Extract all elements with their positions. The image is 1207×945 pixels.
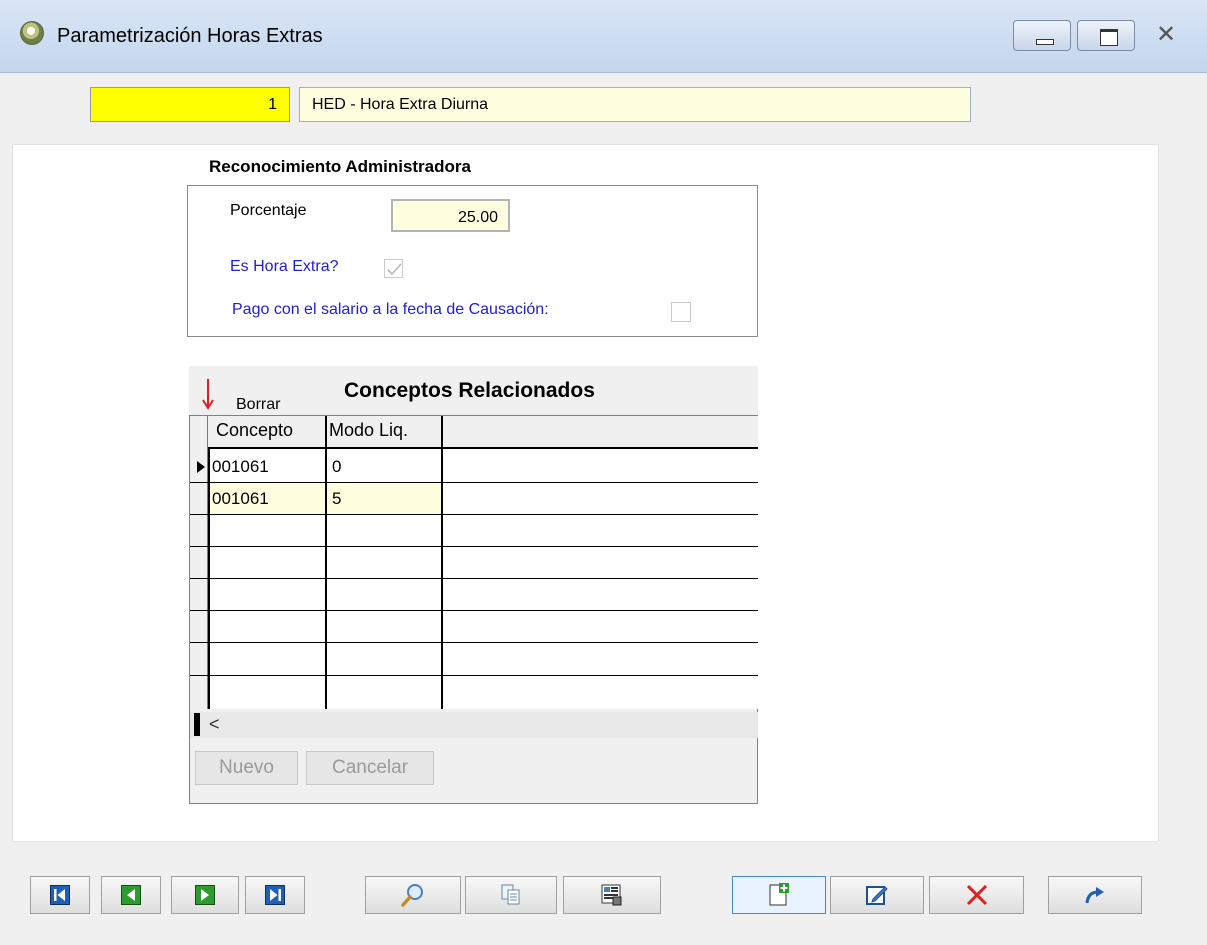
grid-title: Conceptos Relacionados <box>344 379 595 402</box>
name-field[interactable]: HED - Hora Extra Diurna <box>299 87 971 122</box>
close-button[interactable]: ✕ <box>1140 20 1194 51</box>
cancelar-button[interactable]: Cancelar <box>306 751 434 785</box>
maximize-button[interactable] <box>1077 20 1135 51</box>
report-icon <box>601 884 622 906</box>
grid-line <box>190 514 758 515</box>
borrar-label[interactable]: Borrar <box>236 396 280 414</box>
cell-modo-liq[interactable]: 5 <box>332 489 341 509</box>
first-record-button[interactable] <box>30 876 90 914</box>
search-icon <box>401 884 423 907</box>
checkmark-icon <box>387 263 402 276</box>
grid-line <box>190 578 758 579</box>
minimize-button[interactable] <box>1013 20 1071 51</box>
report-button[interactable] <box>563 876 661 914</box>
edit-button[interactable] <box>830 876 924 914</box>
grid-line <box>190 675 758 676</box>
new-document-icon <box>769 883 789 906</box>
scrollbar-thumb[interactable] <box>194 713 200 736</box>
new-button[interactable] <box>732 876 826 914</box>
code-field[interactable]: 1 <box>90 87 290 122</box>
grid-line <box>190 546 758 547</box>
horizontal-scrollbar[interactable] <box>190 712 758 738</box>
es-hora-extra-checkbox[interactable] <box>384 259 403 278</box>
previous-record-icon <box>121 885 141 905</box>
arrow-down-icon[interactable] <box>200 378 216 414</box>
grid-line <box>190 482 758 483</box>
last-record-icon <box>265 885 285 905</box>
app-icon <box>20 21 44 45</box>
porcentaje-field[interactable]: 25.00 <box>391 199 510 232</box>
porcentaje-label: Porcentaje <box>230 202 307 219</box>
conceptos-grid[interactable] <box>190 416 758 709</box>
scroll-left-icon[interactable]: < <box>209 714 220 735</box>
last-record-button[interactable] <box>245 876 305 914</box>
delete-button[interactable] <box>929 876 1024 914</box>
grid-line <box>190 642 758 643</box>
undo-icon <box>1085 887 1104 904</box>
pago-salario-label: Pago con el salario a la fecha de Causac… <box>232 301 549 318</box>
cell-concepto[interactable]: 001061 <box>212 457 269 477</box>
column-header-modo-liq[interactable]: Modo Liq. <box>329 420 408 441</box>
grid-line <box>325 416 327 709</box>
cell-concepto[interactable]: 001061 <box>212 489 269 509</box>
nuevo-button[interactable]: Nuevo <box>195 751 298 785</box>
maximize-icon <box>1100 29 1118 46</box>
delete-icon <box>966 884 987 906</box>
grid-line <box>190 610 758 611</box>
row-selector-column[interactable] <box>190 416 208 709</box>
edit-icon <box>866 886 888 905</box>
current-row-indicator-icon <box>197 461 205 473</box>
grid-line <box>208 449 210 709</box>
section-title: Reconocimiento Administradora <box>209 157 471 176</box>
close-icon: ✕ <box>1156 21 1177 48</box>
next-record-button[interactable] <box>171 876 239 914</box>
search-button[interactable] <box>365 876 461 914</box>
previous-record-button[interactable] <box>101 876 161 914</box>
grid-line <box>441 416 443 709</box>
next-record-icon <box>195 885 215 905</box>
column-header-concepto[interactable]: Concepto <box>216 420 293 441</box>
window-title: Parametrización Horas Extras <box>57 25 323 47</box>
undo-button[interactable] <box>1048 876 1142 914</box>
copy-icon <box>501 884 520 905</box>
cell-modo-liq[interactable]: 0 <box>332 457 341 477</box>
minimize-icon <box>1036 39 1054 45</box>
first-record-icon <box>50 885 70 905</box>
pago-salario-checkbox[interactable] <box>671 302 691 322</box>
es-hora-extra-label: Es Hora Extra? <box>230 258 339 275</box>
copy-button[interactable] <box>465 876 557 914</box>
